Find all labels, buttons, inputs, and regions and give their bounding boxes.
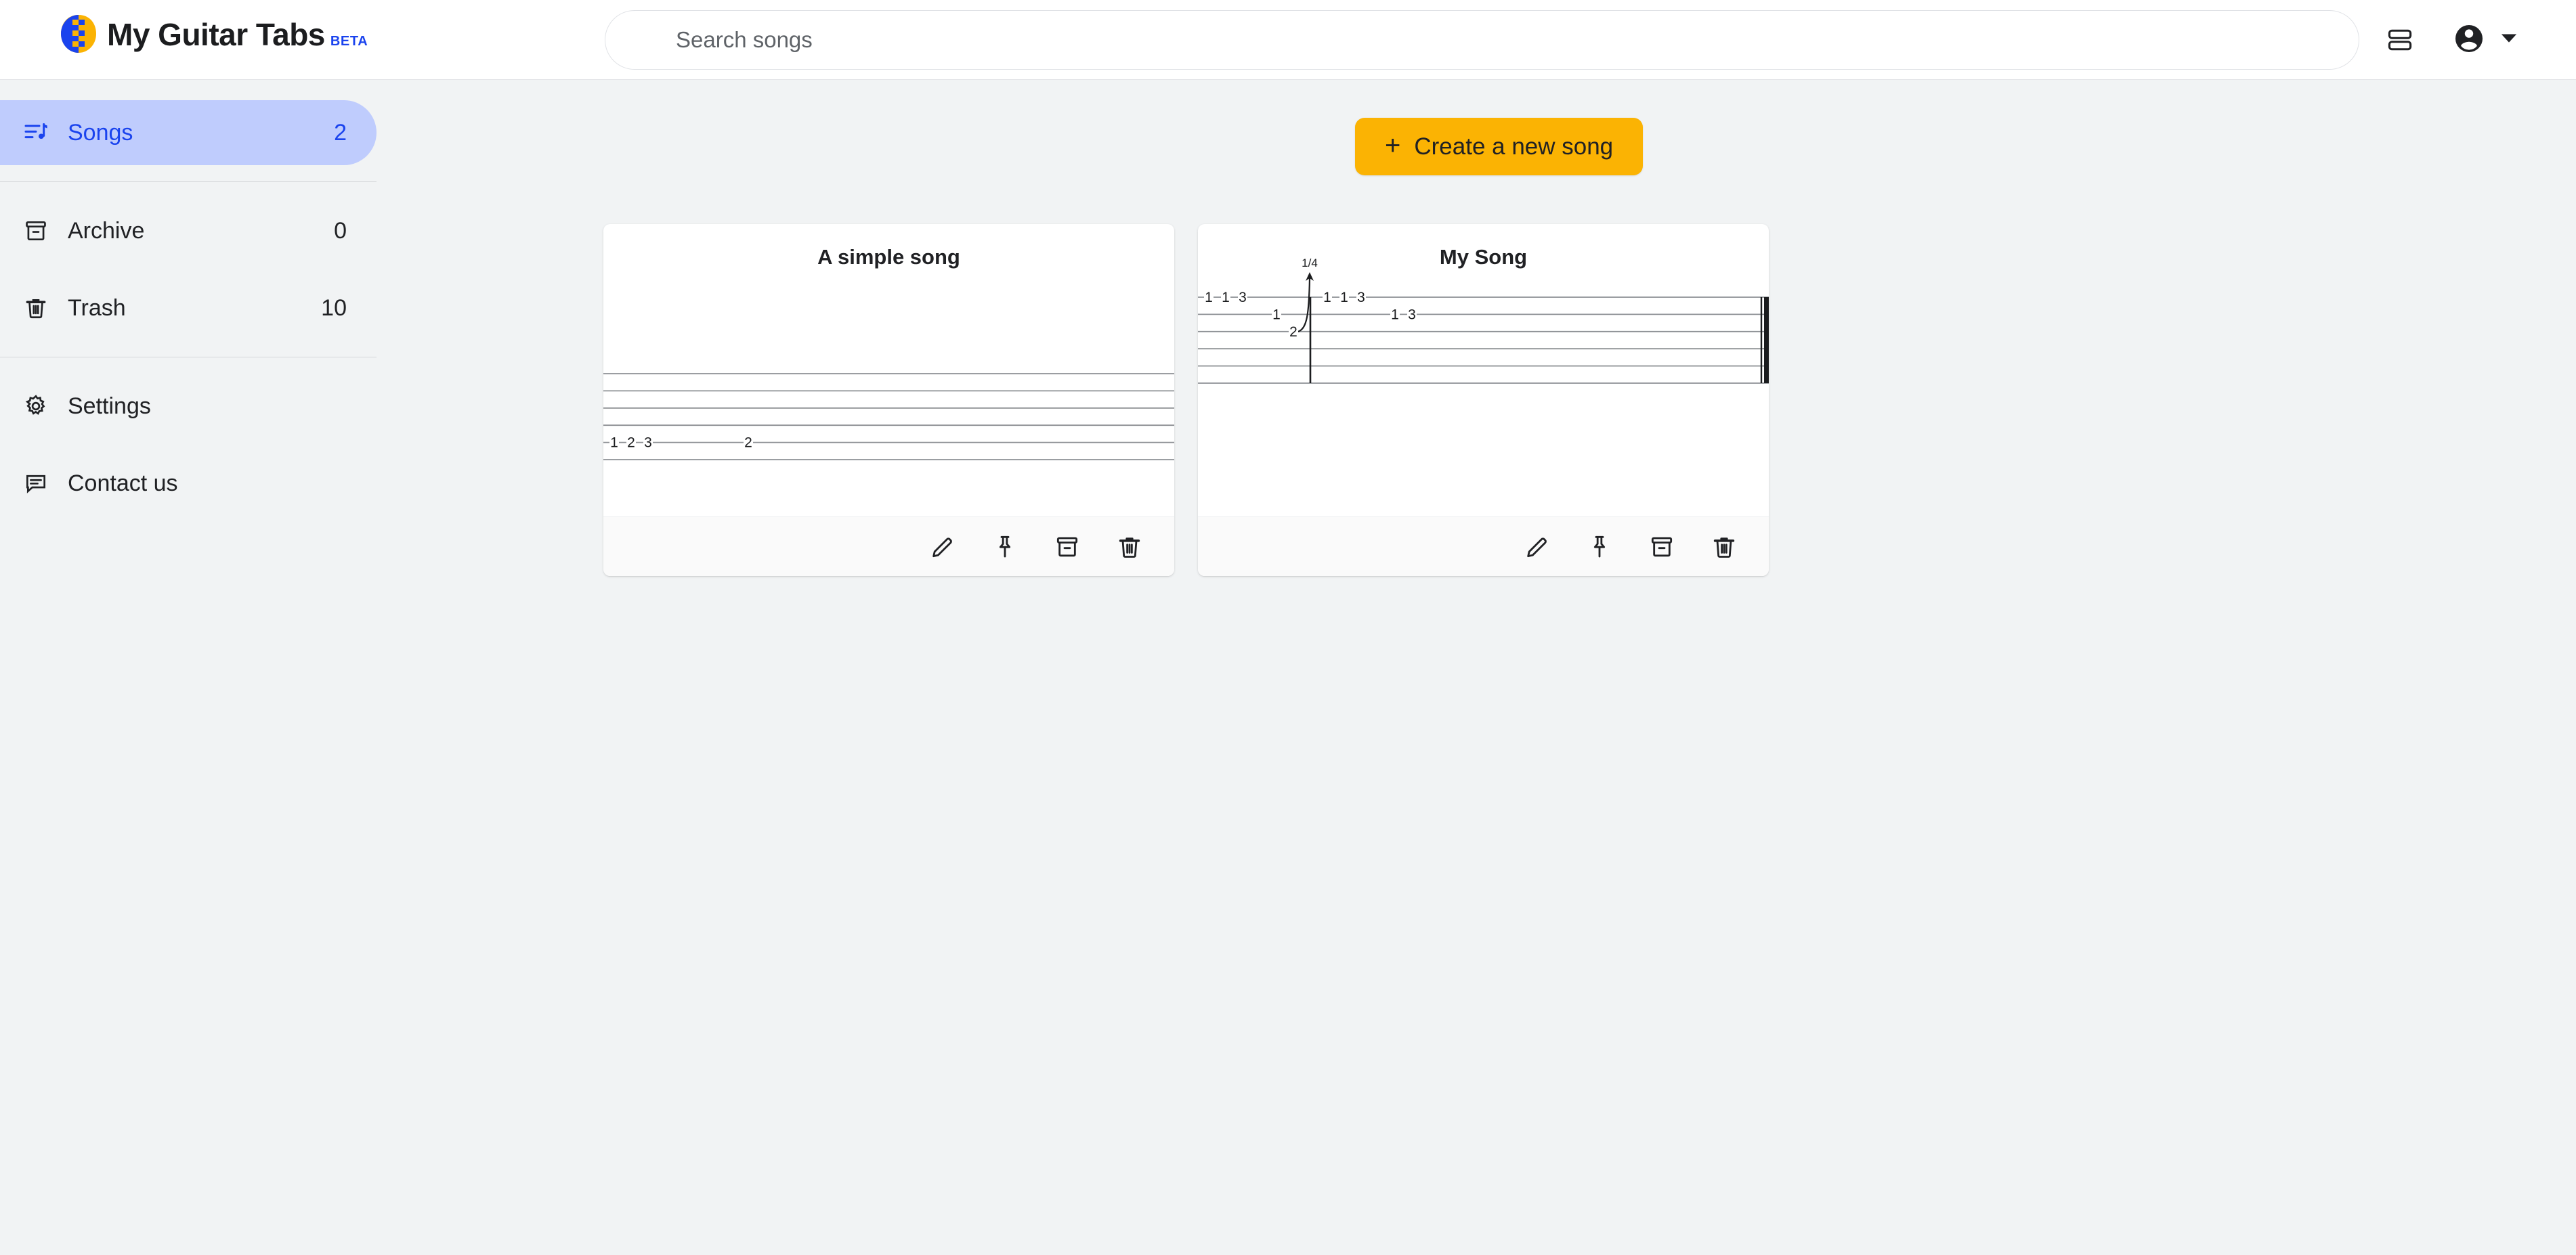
brand-logo: My Guitar Tabs BETA xyxy=(60,14,368,54)
search-bar[interactable] xyxy=(605,10,2359,70)
rows-view-icon[interactable] xyxy=(2385,25,2415,55)
fret-number: 3 xyxy=(1239,290,1247,305)
sidebar-item-songs[interactable]: Songs 2 xyxy=(0,100,377,165)
sidebar-item-label: Archive xyxy=(68,217,145,244)
plus-icon: + xyxy=(1385,130,1401,160)
card-action-archive-button[interactable] xyxy=(1648,533,1675,560)
song-card-grid: 1232A simple song 1/4 1 1 3 1 2 1 1 3 1 3 My Song xyxy=(603,224,1769,576)
fret-number: 3 xyxy=(1357,290,1365,305)
header-actions xyxy=(2385,0,2518,80)
card-action-trash-button[interactable] xyxy=(1711,533,1738,560)
account-circle-icon xyxy=(2453,22,2485,58)
song-card[interactable]: 1/4 1 1 3 1 2 1 1 3 1 3 My Song xyxy=(1198,224,1769,576)
fret-number: 1 xyxy=(610,435,618,451)
card-action-pin-button[interactable] xyxy=(1586,533,1613,560)
guitar-tab-staff: 1232 xyxy=(603,373,1174,460)
create-new-song-button[interactable]: + Create a new song xyxy=(1355,118,1644,175)
gear-icon xyxy=(20,391,51,422)
playlist-music-icon xyxy=(20,117,51,148)
pin-icon xyxy=(999,535,1011,557)
card-action-archive-button[interactable] xyxy=(1054,533,1081,560)
guitar-tabs-logo-icon xyxy=(61,15,96,53)
pin-icon xyxy=(1593,535,1606,557)
pencil-icon xyxy=(1527,537,1547,557)
chat-bubble-icon xyxy=(20,468,51,499)
fret-number: 1 xyxy=(1391,307,1399,322)
fret-number: 2 xyxy=(627,435,635,451)
song-card[interactable]: 1232A simple song xyxy=(603,224,1174,576)
fret-number: 1 xyxy=(1272,307,1281,322)
main-content: + Create a new song 1232A simple song 1/4… xyxy=(377,80,2576,1255)
song-card-footer xyxy=(1198,516,1769,576)
fret-number: 2 xyxy=(1289,324,1297,340)
sidebar-item-count: 10 xyxy=(321,294,347,321)
brand-beta-badge: BETA xyxy=(330,34,368,49)
archive-box-icon xyxy=(1651,537,1673,556)
card-action-trash-button[interactable] xyxy=(1116,533,1143,560)
sidebar-item-archive[interactable]: Archive 0 xyxy=(0,198,377,263)
trash-icon xyxy=(20,292,51,324)
search-input[interactable] xyxy=(676,20,2132,60)
create-new-song-label: Create a new song xyxy=(1414,133,1614,160)
pencil-icon xyxy=(932,537,952,557)
fret-number: 3 xyxy=(1408,307,1416,322)
fret-number: 1 xyxy=(1205,290,1213,305)
brand-name: My Guitar Tabs xyxy=(107,17,325,52)
sidebar-item-settings[interactable]: Settings xyxy=(0,374,377,439)
sidebar-item-label: Songs xyxy=(68,119,133,146)
bend-label: 1/4 xyxy=(1302,257,1318,269)
sidebar: Songs 2 Archive 0 Trash 10 Settings Cont… xyxy=(0,80,377,1255)
card-action-edit-button[interactable] xyxy=(1524,533,1551,560)
sidebar-item-trash[interactable]: Trash 10 xyxy=(0,276,377,340)
sidebar-item-label: Contact us xyxy=(68,470,178,496)
archive-box-icon xyxy=(20,215,51,246)
tab-bend: 1/4 xyxy=(1297,257,1318,332)
sidebar-item-contact-us[interactable]: Contact us xyxy=(0,451,377,516)
chevron-down-icon xyxy=(2500,32,2518,48)
trash-icon xyxy=(1119,537,1140,558)
sidebar-divider-top xyxy=(0,181,377,182)
fret-number: 2 xyxy=(744,435,752,451)
sidebar-item-count: 2 xyxy=(334,119,347,146)
fret-number: 1 xyxy=(1340,290,1348,305)
fret-number: 1 xyxy=(1222,290,1230,305)
song-card-footer xyxy=(603,516,1174,576)
guitar-tab-staff: 1/41 1 3121 1 31 3 xyxy=(1198,257,1769,384)
card-action-pin-button[interactable] xyxy=(991,533,1018,560)
app-header: My Guitar Tabs BETA xyxy=(0,0,2576,80)
sidebar-item-label: Trash xyxy=(68,294,126,321)
archive-box-icon xyxy=(1056,537,1078,556)
card-action-edit-button[interactable] xyxy=(929,533,956,560)
fret-number: 1 xyxy=(1323,290,1331,305)
trash-icon xyxy=(1713,537,1735,558)
sidebar-item-count: 0 xyxy=(334,217,347,244)
fret-number: 3 xyxy=(644,435,652,451)
sidebar-item-label: Settings xyxy=(68,393,151,419)
account-menu[interactable] xyxy=(2453,22,2518,58)
